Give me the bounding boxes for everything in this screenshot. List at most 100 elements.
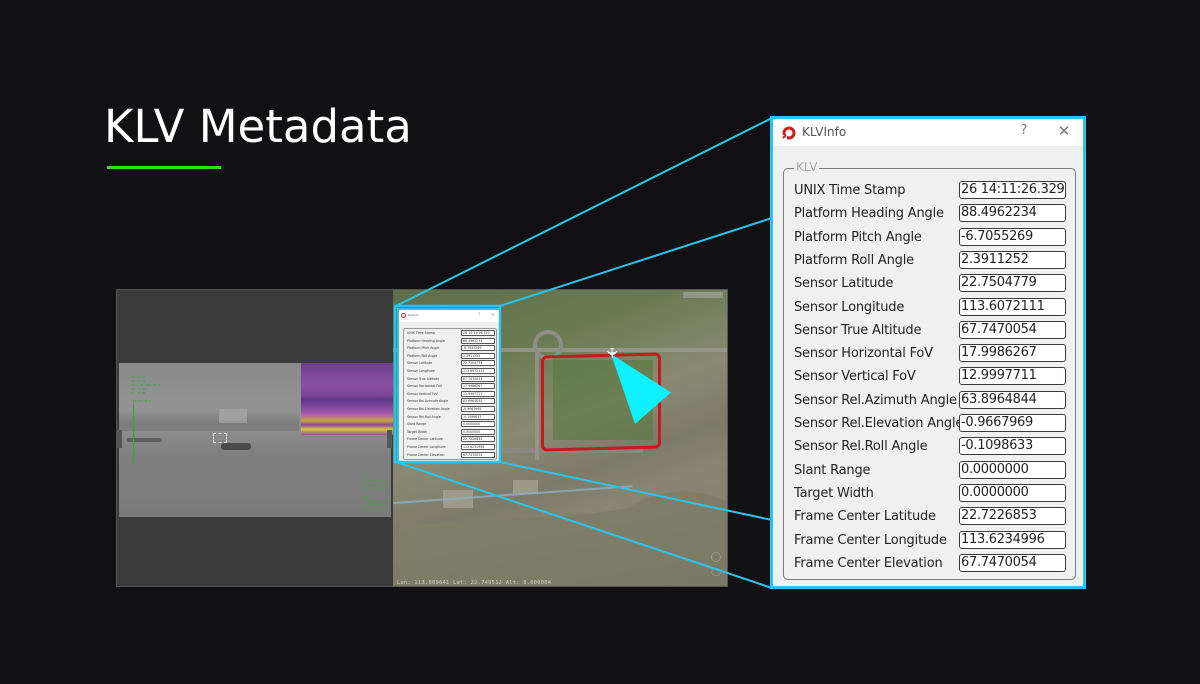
map-status-bar: Lon: 113.609641 Lat: 22.749512 Alt: 0.00… bbox=[397, 580, 552, 586]
klv-field-row: Sensor Rel.Roll Angle -0.1098633 bbox=[784, 436, 1075, 459]
collapse-right-handle[interactable] bbox=[387, 430, 392, 448]
klv-field-row-thumbnail: Frame Center Longitude 113.6234996 bbox=[404, 443, 496, 451]
klv-group-thumbnail: UNIX Time Stamp 26 14:11:26.329 Platform H… bbox=[403, 328, 497, 460]
field-label: Sensor Horizontal FoV bbox=[407, 384, 443, 389]
help-button[interactable]: ? bbox=[1016, 123, 1032, 138]
dialog-title: KLVInfo bbox=[802, 125, 847, 139]
map-scale-bar bbox=[683, 292, 723, 298]
airplane-icon[interactable]: ✈ bbox=[603, 347, 619, 359]
field-label: Platform Roll Angle bbox=[407, 353, 438, 358]
field-label: Sensor Vertical FoV bbox=[407, 391, 438, 396]
field-value: 63.8964844 bbox=[461, 398, 495, 405]
field-label: Frame Center Latitude bbox=[794, 509, 936, 525]
klv-field-row-thumbnail: Target Width 0.0000000 bbox=[404, 428, 496, 436]
klv-field-row-thumbnail: Sensor Rel.Azimuth Angle 63.8964844 bbox=[404, 397, 496, 405]
field-value: 88.4962234 bbox=[461, 337, 495, 344]
field-value-input[interactable]: 22.7226853 bbox=[959, 507, 1066, 526]
field-label: Sensor Rel.Roll Angle bbox=[407, 414, 441, 419]
collapse-left-handle[interactable] bbox=[117, 430, 122, 448]
field-value-input[interactable]: 0.0000000 bbox=[959, 483, 1066, 502]
klv-field-row: Sensor True Altitude 67.7470054 bbox=[784, 320, 1075, 343]
klv-field-row-thumbnail: Slant Range 0.0000000 bbox=[404, 420, 496, 428]
klv-field-row: Platform Pitch Angle -6.7055269 bbox=[784, 227, 1075, 250]
field-value-input[interactable]: 2.3911252 bbox=[959, 250, 1066, 269]
field-value-input[interactable]: 67.7470054 bbox=[959, 320, 1066, 339]
field-value: 0.0000000 bbox=[461, 421, 495, 428]
tracking-reticle bbox=[213, 433, 227, 443]
field-value-input[interactable]: 0.0000000 bbox=[959, 460, 1066, 479]
field-value-input[interactable]: 17.9986267 bbox=[959, 344, 1066, 363]
klv-field-row: Sensor Rel.Azimuth Angle 63.8964844 bbox=[784, 390, 1075, 413]
video-pane: 12:34:56 04:20:31 FL 1.4L 000 00 0 AZ 0.… bbox=[117, 290, 393, 586]
field-value: 0.0000000 bbox=[461, 428, 495, 435]
field-value-input[interactable]: -0.1098633 bbox=[959, 437, 1066, 456]
field-value-input[interactable]: 67.7470054 bbox=[959, 553, 1066, 572]
field-label: Sensor Latitude bbox=[794, 276, 894, 292]
klv-field-row: Platform Roll Angle 2.3911252 bbox=[784, 250, 1075, 273]
field-label: Platform Heading Angle bbox=[407, 338, 445, 343]
klv-field-row-thumbnail: Sensor Vertical FoV 12.9997711 bbox=[404, 390, 496, 398]
field-label: Sensor Rel.Azimuth Angle bbox=[794, 392, 957, 408]
app-logo-icon bbox=[782, 126, 796, 140]
field-label: Sensor True Altitude bbox=[794, 322, 922, 338]
klv-field-row: Sensor Rel.Elevation Angle -0.9667969 bbox=[784, 413, 1075, 436]
field-value-input[interactable]: 26 14:11:26.329 bbox=[959, 181, 1066, 199]
group-label: KLV bbox=[794, 160, 820, 174]
klv-field-row: Sensor Horizontal FoV 17.9986267 bbox=[784, 343, 1075, 366]
compass-icon[interactable] bbox=[711, 552, 721, 562]
klv-field-row: Frame Center Elevation 67.7470054 bbox=[784, 553, 1075, 576]
field-label: Sensor Rel.Elevation Angle bbox=[794, 416, 964, 431]
field-value: 67.7470054 bbox=[461, 451, 495, 458]
field-label: Target Width bbox=[794, 485, 874, 501]
field-label: Platform Pitch Angle bbox=[407, 346, 440, 351]
field-label: Slant Range bbox=[407, 422, 427, 427]
field-value-input[interactable]: 113.6234996 bbox=[959, 530, 1066, 549]
field-value: 67.7470054 bbox=[461, 375, 495, 382]
hud-telemetry-top-left: 12:34:56 04:20:31 FL 1.4L 000 00 0 AZ 0.… bbox=[131, 375, 160, 403]
field-label: Slant Range bbox=[794, 462, 871, 478]
klv-group-box: KLV UNIX Time Stamp 26 14:11:26.329 Platfo… bbox=[783, 160, 1076, 580]
field-value: 113.6072111 bbox=[461, 367, 495, 374]
klv-field-row: Sensor Longitude 113.6072111 bbox=[784, 297, 1075, 320]
field-value-input[interactable]: -6.7055269 bbox=[959, 227, 1066, 246]
field-label: Frame Center Elevation bbox=[407, 452, 445, 457]
field-value-input[interactable]: 63.8964844 bbox=[959, 390, 1066, 409]
field-value-input[interactable]: 22.7504779 bbox=[959, 274, 1066, 293]
zoom-control-icon[interactable] bbox=[711, 568, 721, 576]
field-label: UNIX Time Stamp bbox=[794, 183, 906, 198]
klv-field-row-thumbnail: Sensor Rel.Elevation Angle -0.9667969 bbox=[404, 405, 496, 413]
app-logo-icon bbox=[401, 313, 406, 318]
field-value-input[interactable]: -0.9667969 bbox=[959, 414, 1066, 432]
close-button[interactable]: ✕ bbox=[1056, 122, 1072, 140]
klvinfo-dialog-thumbnail: KLVInfo ? ✕ UNIX Time Stamp 26 14:11:26.3… bbox=[397, 308, 501, 463]
klv-field-row: Frame Center Longitude 113.6234996 bbox=[784, 530, 1075, 553]
klv-field-row-thumbnail: Frame Center Elevation 67.7470054 bbox=[404, 451, 496, 459]
klv-field-row-thumbnail: Sensor Rel.Roll Angle -0.1098633 bbox=[404, 413, 496, 421]
tracked-boat bbox=[221, 443, 251, 450]
klv-field-row-thumbnail: Sensor Longitude 113.6072111 bbox=[404, 367, 496, 375]
field-value: 22.7226853 bbox=[461, 436, 495, 443]
field-value: -6.7055269 bbox=[461, 345, 495, 352]
field-label: Sensor True Altitude bbox=[407, 376, 440, 381]
klv-field-row-thumbnail: Sensor Horizontal FoV 17.9986267 bbox=[404, 382, 496, 390]
field-value-input[interactable]: 12.9997711 bbox=[959, 367, 1066, 386]
field-value: 12.9997711 bbox=[461, 390, 495, 397]
page-title: KLV Metadata bbox=[104, 100, 412, 153]
field-label: Sensor Rel.Roll Angle bbox=[794, 439, 928, 455]
field-value: -0.1098633 bbox=[461, 413, 495, 420]
dialog-titlebar[interactable]: KLVInfo ? ✕ bbox=[773, 119, 1083, 146]
field-value: 26 14:11:26.329 bbox=[461, 330, 495, 336]
field-label: Target Width bbox=[407, 429, 428, 434]
field-value-input[interactable]: 88.4962234 bbox=[959, 204, 1066, 223]
shore-building bbox=[219, 409, 247, 423]
field-label: Platform Roll Angle bbox=[794, 252, 914, 268]
field-value-input[interactable]: 113.6072111 bbox=[959, 297, 1066, 316]
klv-field-row: Slant Range 0.0000000 bbox=[784, 460, 1075, 483]
field-label: Sensor Longitude bbox=[794, 299, 905, 315]
video-frame: 12:34:56 04:20:31 FL 1.4L 000 00 0 AZ 0.… bbox=[119, 363, 393, 517]
klv-field-row-thumbnail: UNIX Time Stamp 26 14:11:26.329 bbox=[404, 329, 496, 337]
field-label: Platform Pitch Angle bbox=[794, 229, 922, 245]
field-label: Sensor Rel.Azimuth Angle bbox=[407, 399, 449, 404]
field-label: Sensor Longitude bbox=[407, 368, 435, 373]
klv-field-row-thumbnail: Platform Pitch Angle -6.7055269 bbox=[404, 344, 496, 352]
